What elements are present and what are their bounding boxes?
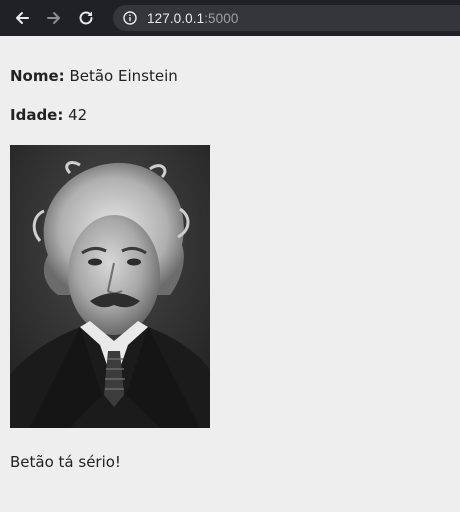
reload-icon	[79, 11, 93, 25]
name-value: Betão Einstein	[69, 67, 178, 85]
back-button[interactable]	[11, 7, 33, 29]
age-row: Idade: 42	[10, 105, 87, 125]
url-port: :5000	[204, 10, 239, 26]
address-bar[interactable]: 127.0.0.1:5000	[113, 5, 460, 31]
info-icon[interactable]	[123, 11, 137, 25]
portrait-photo	[10, 145, 210, 428]
url-host: 127.0.0.1	[147, 10, 205, 26]
caption-text: Betão tá sério!	[10, 453, 121, 471]
age-label: Idade:	[10, 106, 64, 124]
browser-toolbar: 127.0.0.1:5000	[0, 0, 460, 36]
name-row: Nome: Betão Einstein	[10, 66, 178, 86]
reload-button[interactable]	[75, 7, 97, 29]
name-label: Nome:	[10, 67, 65, 85]
url-text: 127.0.0.1:5000	[147, 11, 239, 26]
age-value: 42	[68, 106, 88, 124]
forward-button[interactable]	[43, 7, 65, 29]
arrow-left-icon	[16, 12, 29, 24]
arrow-right-icon	[47, 12, 60, 24]
